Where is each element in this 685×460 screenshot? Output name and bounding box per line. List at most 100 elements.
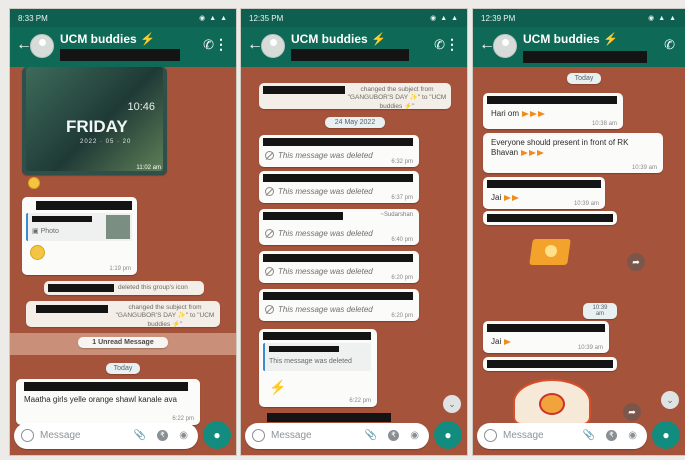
message-time: 6:32 pm: [391, 159, 413, 165]
scroll-down-icon[interactable]: ⌄: [443, 395, 461, 413]
chat-title[interactable]: UCM buddies ⚡: [60, 32, 155, 46]
attach-icon[interactable]: 📎: [365, 430, 377, 441]
redacted-text: [487, 360, 613, 368]
unread-count: 1 Unread Message: [78, 337, 168, 348]
redacted-sender: [36, 201, 132, 210]
deleted-text: This message was deleted: [278, 151, 373, 160]
more-options-icon[interactable]: ⋮: [214, 36, 228, 53]
wallpaper-clock: 10:46: [127, 101, 155, 113]
add-call-icon[interactable]: ✆: [434, 37, 445, 53]
message-input[interactable]: Message: [271, 430, 312, 441]
saffron-flag-sticker[interactable]: [527, 235, 575, 275]
add-call-icon[interactable]: ✆: [664, 37, 675, 53]
forward-icon[interactable]: ➦: [623, 403, 641, 421]
image-message-header[interactable]: [483, 211, 617, 225]
quoted-photo[interactable]: ▣ Photo: [26, 213, 132, 241]
text-message[interactable]: Jai 10:39 am: [483, 177, 605, 209]
status-time: 8:33 PM: [18, 13, 48, 23]
group-avatar[interactable]: [261, 34, 285, 58]
redacted-participants: [291, 49, 409, 61]
org-logo-sticker[interactable]: [513, 379, 591, 425]
emoji-icon[interactable]: [21, 429, 34, 442]
text-message[interactable]: Everyone should present in front of RK B…: [483, 133, 663, 173]
emoji-icon[interactable]: [484, 429, 497, 442]
deleted-message[interactable]: This message was deleted 6:37 pm: [259, 171, 419, 203]
wallpaper-date: 2022 · 05 · 20: [80, 139, 132, 145]
message-input[interactable]: Message: [40, 430, 81, 441]
scroll-down-icon[interactable]: ⌄: [661, 391, 679, 409]
redacted-sender: [487, 324, 605, 332]
status-time: 12:39 PM: [481, 13, 516, 23]
system-message-subject-changed: changed the subject from "GANGUBOR'S DAY…: [26, 301, 220, 328]
status-bar: 8:33 PM ◉ ▲ ▲: [10, 9, 236, 27]
reply-message[interactable]: This message was deleted ⚡ 6:22 pm: [259, 329, 377, 407]
microphone-button[interactable]: ●: [652, 421, 680, 449]
image-message[interactable]: 10:46 FRIDAY 2022 · 05 · 20 11:02 am: [22, 67, 167, 175]
quoted-message[interactable]: This message was deleted: [263, 343, 371, 371]
attach-icon[interactable]: 📎: [134, 430, 146, 441]
message-time: 6:40 pm: [391, 237, 413, 243]
text-message[interactable]: Jai 10:39 am: [483, 321, 609, 353]
rupee-icon[interactable]: ₹: [388, 430, 399, 441]
add-call-icon[interactable]: ✆: [203, 37, 214, 53]
phone-screenshot-2: 12:35 PM ◉ ▲ ▲ ← UCM buddies ⚡ ✆ ⋮ chang…: [240, 8, 468, 456]
deleted-text: This message was deleted: [278, 267, 373, 276]
redacted-sender: [487, 180, 601, 188]
redacted-message[interactable]: [483, 357, 617, 371]
message-time: 10:39 am: [631, 165, 657, 171]
text-message[interactable]: Hari om 10:38 am: [483, 93, 623, 129]
deleted-message[interactable]: This message was deleted 6:20 pm: [259, 251, 419, 283]
deleted-message[interactable]: This message was deleted 6:20 pm: [259, 289, 419, 321]
reaction-emoji: [28, 177, 40, 189]
unread-banner: 1 Unread Message: [10, 333, 236, 355]
chat-title[interactable]: UCM buddies ⚡: [291, 32, 386, 46]
redacted-participants: [523, 51, 647, 63]
laughing-emoji: [30, 245, 45, 260]
lightning-emoji: ⚡: [269, 379, 287, 395]
camera-icon[interactable]: ◉: [179, 430, 188, 441]
redacted-actor: [48, 284, 114, 292]
message-input-bar[interactable]: Message 📎 ₹ ◉: [477, 423, 647, 449]
deleted-message[interactable]: ~Sudarshan This message was deleted 6:40…: [259, 209, 419, 245]
date-divider: 24 May 2022: [325, 117, 385, 128]
status-time: 12:35 PM: [249, 13, 284, 23]
microphone-button[interactable]: ●: [434, 421, 462, 449]
photo-label: ▣ Photo: [32, 228, 59, 235]
flag-sun: [545, 245, 557, 257]
camera-icon[interactable]: ◉: [410, 430, 419, 441]
microphone-button[interactable]: ●: [203, 421, 231, 449]
photo-thumbnail: [106, 215, 130, 239]
group-avatar[interactable]: [30, 34, 54, 58]
message-input-bar[interactable]: Message 📎 ₹ ◉: [14, 423, 198, 449]
rupee-icon[interactable]: ₹: [606, 430, 617, 441]
chat-area[interactable]: 10:46 FRIDAY 2022 · 05 · 20 11:02 am ▣ P…: [10, 67, 236, 455]
deleted-text: This message was deleted: [278, 229, 373, 238]
blocked-icon: [265, 229, 274, 238]
more-options-icon[interactable]: ⋮: [445, 36, 459, 53]
group-avatar[interactable]: [493, 34, 517, 58]
chat-title[interactable]: UCM buddies ⚡: [523, 32, 618, 46]
deleted-label: This message was deleted: [265, 267, 373, 276]
deleted-message[interactable]: This message was deleted 6:32 pm: [259, 135, 419, 167]
blocked-icon: [265, 267, 274, 276]
chat-header: ← UCM buddies ⚡ ✆: [473, 27, 685, 67]
scanned-page: 8:33 PM ◉ ▲ ▲ ← UCM buddies ⚡ ✆ ⋮ 10:46 …: [0, 0, 685, 460]
photo-message[interactable]: ▣ Photo 1:19 pm: [22, 197, 137, 275]
message-input-bar[interactable]: Message 📎 ₹ ◉: [245, 423, 429, 449]
status-icons: ◉ ▲ ▲: [430, 15, 459, 22]
chat-header: ← UCM buddies ⚡ ✆ ⋮: [241, 27, 467, 67]
rupee-icon[interactable]: ₹: [157, 430, 168, 441]
message-text-content: Hari om: [491, 109, 520, 118]
text-message[interactable]: Maatha girls yelle orange shawl kanale a…: [16, 379, 200, 425]
message-text: Everyone should present in front of RK B…: [491, 138, 641, 158]
attach-icon[interactable]: 📎: [583, 430, 595, 441]
chat-area[interactable]: Today Hari om 10:38 am Everyone should p…: [473, 67, 685, 455]
camera-icon[interactable]: ◉: [628, 430, 637, 441]
forward-icon[interactable]: ➦: [627, 253, 645, 271]
message-time: 6:22 pm: [172, 416, 194, 422]
message-time: 10:39 am: [573, 201, 599, 207]
chat-area[interactable]: changed the subject from "GANGUBOR'S DAY…: [241, 67, 467, 455]
emoji-icon[interactable]: [252, 429, 265, 442]
redacted-sender: [487, 214, 613, 222]
message-input[interactable]: Message: [503, 430, 544, 441]
